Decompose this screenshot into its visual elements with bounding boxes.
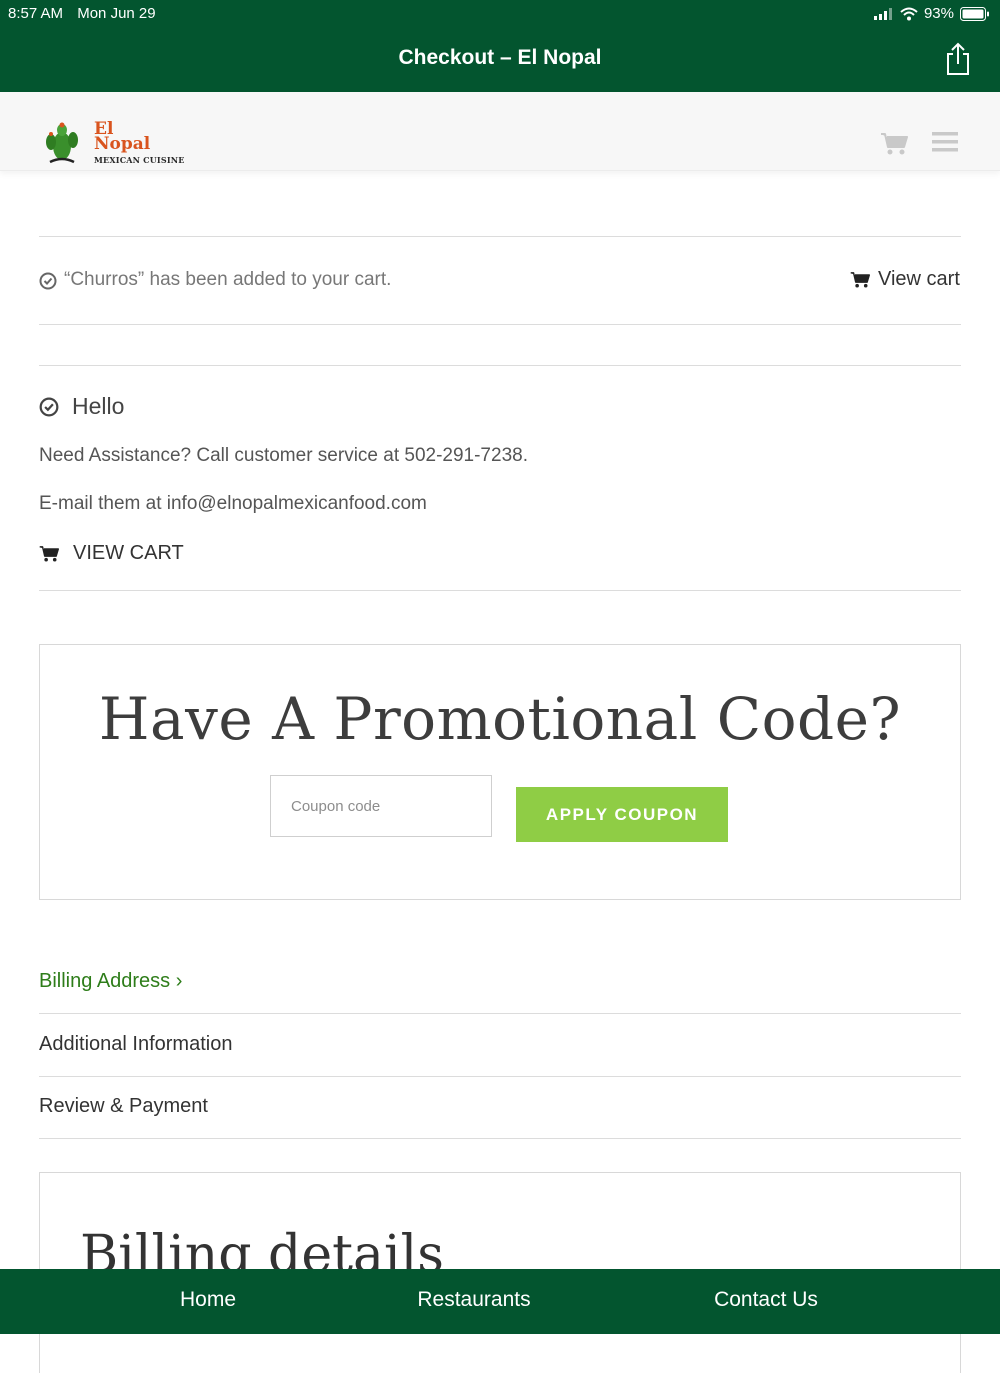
hello-heading: Hello bbox=[72, 393, 125, 419]
view-cart-link[interactable]: View cart bbox=[850, 268, 960, 291]
view-cart-button[interactable]: VIEW CART bbox=[39, 542, 184, 565]
logo-line2: Nopal bbox=[94, 134, 151, 154]
logo-subtitle: MEXICAN CUISINE bbox=[94, 155, 185, 165]
view-cart-button-label: VIEW CART bbox=[73, 542, 184, 564]
divider bbox=[39, 324, 961, 325]
logo-wordmark: El Nopal bbox=[94, 121, 151, 154]
battery-percent: 93% bbox=[923, 5, 954, 22]
cart-added-message: “Churros” has been added to your cart. bbox=[64, 269, 392, 290]
step-additional-information[interactable]: Additional Information bbox=[39, 1033, 232, 1056]
divider bbox=[39, 236, 961, 237]
wifi-icon bbox=[900, 7, 918, 20]
bottom-tab-bar: Home Restaurants Contact Us bbox=[0, 1269, 1000, 1334]
nav-title: Checkout – El Nopal bbox=[398, 46, 602, 69]
divider bbox=[39, 365, 961, 366]
signal-icon bbox=[873, 7, 892, 20]
cart-icon bbox=[850, 271, 870, 287]
check-circle-icon bbox=[39, 397, 59, 417]
email-text: E-mail them at info@elnopalmexicanfood.c… bbox=[39, 493, 427, 514]
divider bbox=[39, 1013, 961, 1014]
step-billing-address[interactable]: Billing Address › bbox=[39, 970, 182, 993]
tab-home[interactable]: Home bbox=[148, 1288, 268, 1312]
assistance-text: Need Assistance? Call customer service a… bbox=[39, 445, 528, 466]
header-cart-icon[interactable] bbox=[880, 132, 908, 156]
status-date: Mon Jun 29 bbox=[77, 5, 156, 22]
view-cart-label: View cart bbox=[878, 268, 960, 290]
status-bar: 8:57 AM Mon Jun 29 93% bbox=[0, 0, 1000, 28]
el-nopal-logo[interactable]: El Nopal MEXICAN CUISINE bbox=[44, 121, 184, 168]
check-circle-icon bbox=[39, 272, 57, 290]
tab-contact-us[interactable]: Contact Us bbox=[690, 1288, 842, 1312]
hamburger-menu-icon[interactable] bbox=[932, 131, 958, 153]
divider bbox=[39, 590, 961, 591]
promo-code-box: Have A Promotional Code? APPLY COUPON bbox=[39, 644, 961, 900]
coupon-code-input[interactable] bbox=[270, 775, 492, 837]
tab-restaurants[interactable]: Restaurants bbox=[400, 1288, 548, 1312]
cart-icon bbox=[39, 545, 59, 561]
cactus-icon bbox=[46, 122, 78, 164]
divider bbox=[39, 1138, 961, 1139]
status-time: 8:57 AM bbox=[8, 5, 64, 22]
share-icon[interactable] bbox=[944, 42, 972, 76]
promo-title: Have A Promotional Code? bbox=[98, 685, 902, 753]
apply-coupon-button[interactable]: APPLY COUPON bbox=[516, 787, 728, 842]
battery-icon bbox=[960, 6, 989, 21]
step-review-payment[interactable]: Review & Payment bbox=[39, 1095, 208, 1118]
divider bbox=[39, 1076, 961, 1077]
app-nav-bar: Checkout – El Nopal bbox=[0, 28, 1000, 92]
